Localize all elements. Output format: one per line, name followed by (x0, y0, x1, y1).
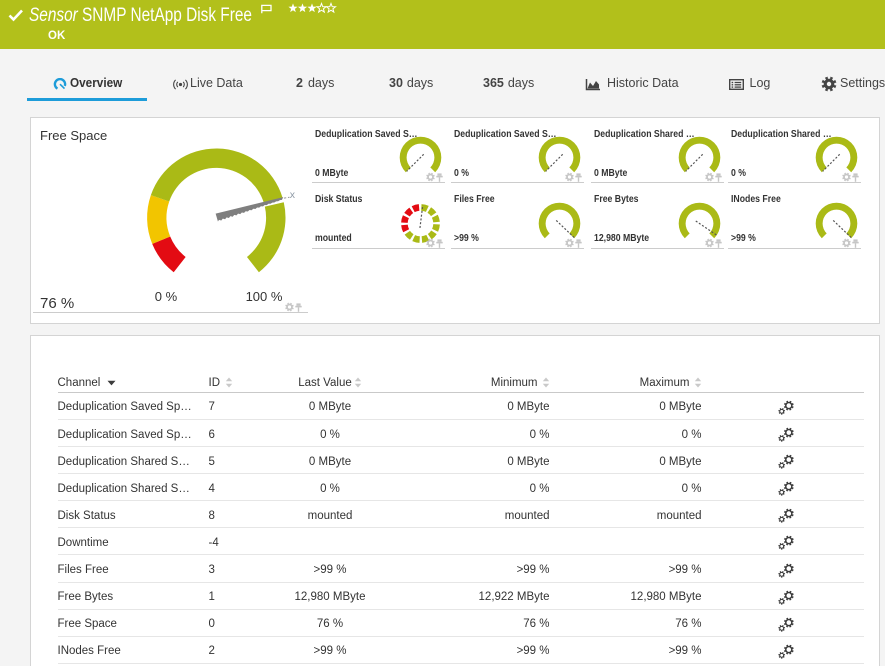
svg-text:x: x (290, 189, 296, 201)
